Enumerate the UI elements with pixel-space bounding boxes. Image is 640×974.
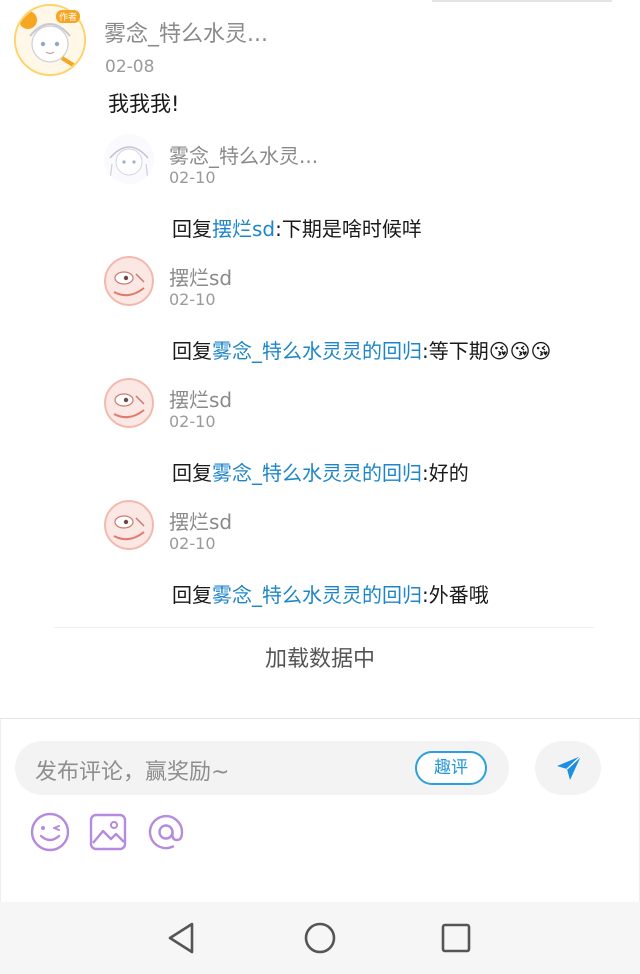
comment-composer: 发布评论，赢奖励~ 趣评 — [0, 718, 640, 902]
reply-author-name[interactable]: 摆烂sd — [169, 384, 232, 413]
reply-target-link[interactable]: 摆烂sd — [212, 217, 275, 241]
system-nav-bar — [0, 902, 640, 974]
reply-author-name[interactable]: 摆烂sd — [169, 262, 232, 291]
reply-text: 回复雾念_特么水灵灵的回归:外番哦 — [172, 579, 489, 608]
top-divider — [432, 0, 612, 2]
reply-separator: : — [422, 583, 429, 607]
comment-thread-screen: 作者 雾念_特么水灵... 02-08 我我我! 雾念_特么水灵... 02-1… — [0, 0, 640, 974]
send-button[interactable] — [535, 741, 601, 795]
home-circle-icon[interactable] — [302, 920, 338, 956]
send-icon — [557, 755, 582, 780]
author-badge: 作者 — [56, 10, 81, 23]
reply-prefix: 回复 — [172, 461, 212, 485]
reply-content: 好的 — [428, 461, 469, 485]
mention-icon[interactable] — [145, 811, 187, 853]
reply-prefix: 回复 — [172, 339, 212, 363]
reply-content: 外番哦 — [428, 583, 489, 607]
comment-date: 02-08 — [105, 57, 155, 77]
reply-text: 回复雾念_特么水灵灵的回归:好的 — [172, 457, 469, 486]
comment-text: 我我我! — [108, 92, 180, 116]
emoji-icon[interactable] — [29, 811, 71, 853]
comment-input[interactable]: 发布评论，赢奖励~ 趣评 — [15, 741, 509, 795]
comment-author-name[interactable]: 雾念_特么水灵... — [104, 16, 268, 48]
reply-text: 回复雾念_特么水灵灵的回归:等下期😘😘😘 — [172, 335, 551, 364]
reply-separator: : — [422, 461, 429, 485]
reply-author-name[interactable]: 雾念_特么水灵... — [169, 140, 318, 169]
reply-avatar[interactable] — [104, 500, 154, 550]
reply-text: 回复摆烂sd:下期是啥时候咩 — [172, 213, 422, 242]
quick-comment-button[interactable]: 趣评 — [415, 751, 487, 785]
reply-target-link[interactable]: 雾念_特么水灵灵的回归 — [212, 339, 422, 363]
reply-avatar[interactable] — [104, 134, 154, 184]
reply-separator: : — [275, 217, 282, 241]
reply-prefix: 回复 — [172, 583, 212, 607]
reply-target-link[interactable]: 雾念_特么水灵灵的回归 — [212, 461, 422, 485]
recents-square-icon[interactable] — [438, 920, 474, 956]
reply-date: 02-10 — [169, 534, 216, 553]
loading-indicator: 加载数据中 — [264, 647, 375, 672]
reply-avatar[interactable] — [104, 256, 154, 306]
reply-date: 02-10 — [169, 412, 216, 431]
reply-date: 02-10 — [169, 168, 216, 187]
list-divider — [54, 627, 594, 628]
image-icon[interactable] — [87, 811, 129, 853]
reply-prefix: 回复 — [172, 217, 212, 241]
reply-author-name[interactable]: 摆烂sd — [169, 506, 232, 535]
back-triangle-icon[interactable] — [164, 920, 200, 956]
reply-target-link[interactable]: 雾念_特么水灵灵的回归 — [212, 583, 422, 607]
reply-avatar[interactable] — [104, 378, 154, 428]
reply-separator: : — [422, 339, 429, 363]
reply-date: 02-10 — [169, 290, 216, 309]
reply-content: 下期是啥时候咩 — [281, 217, 422, 241]
comment-input-placeholder: 发布评论，赢奖励~ — [35, 760, 230, 785]
reply-content: 等下期😘😘😘 — [428, 339, 552, 363]
